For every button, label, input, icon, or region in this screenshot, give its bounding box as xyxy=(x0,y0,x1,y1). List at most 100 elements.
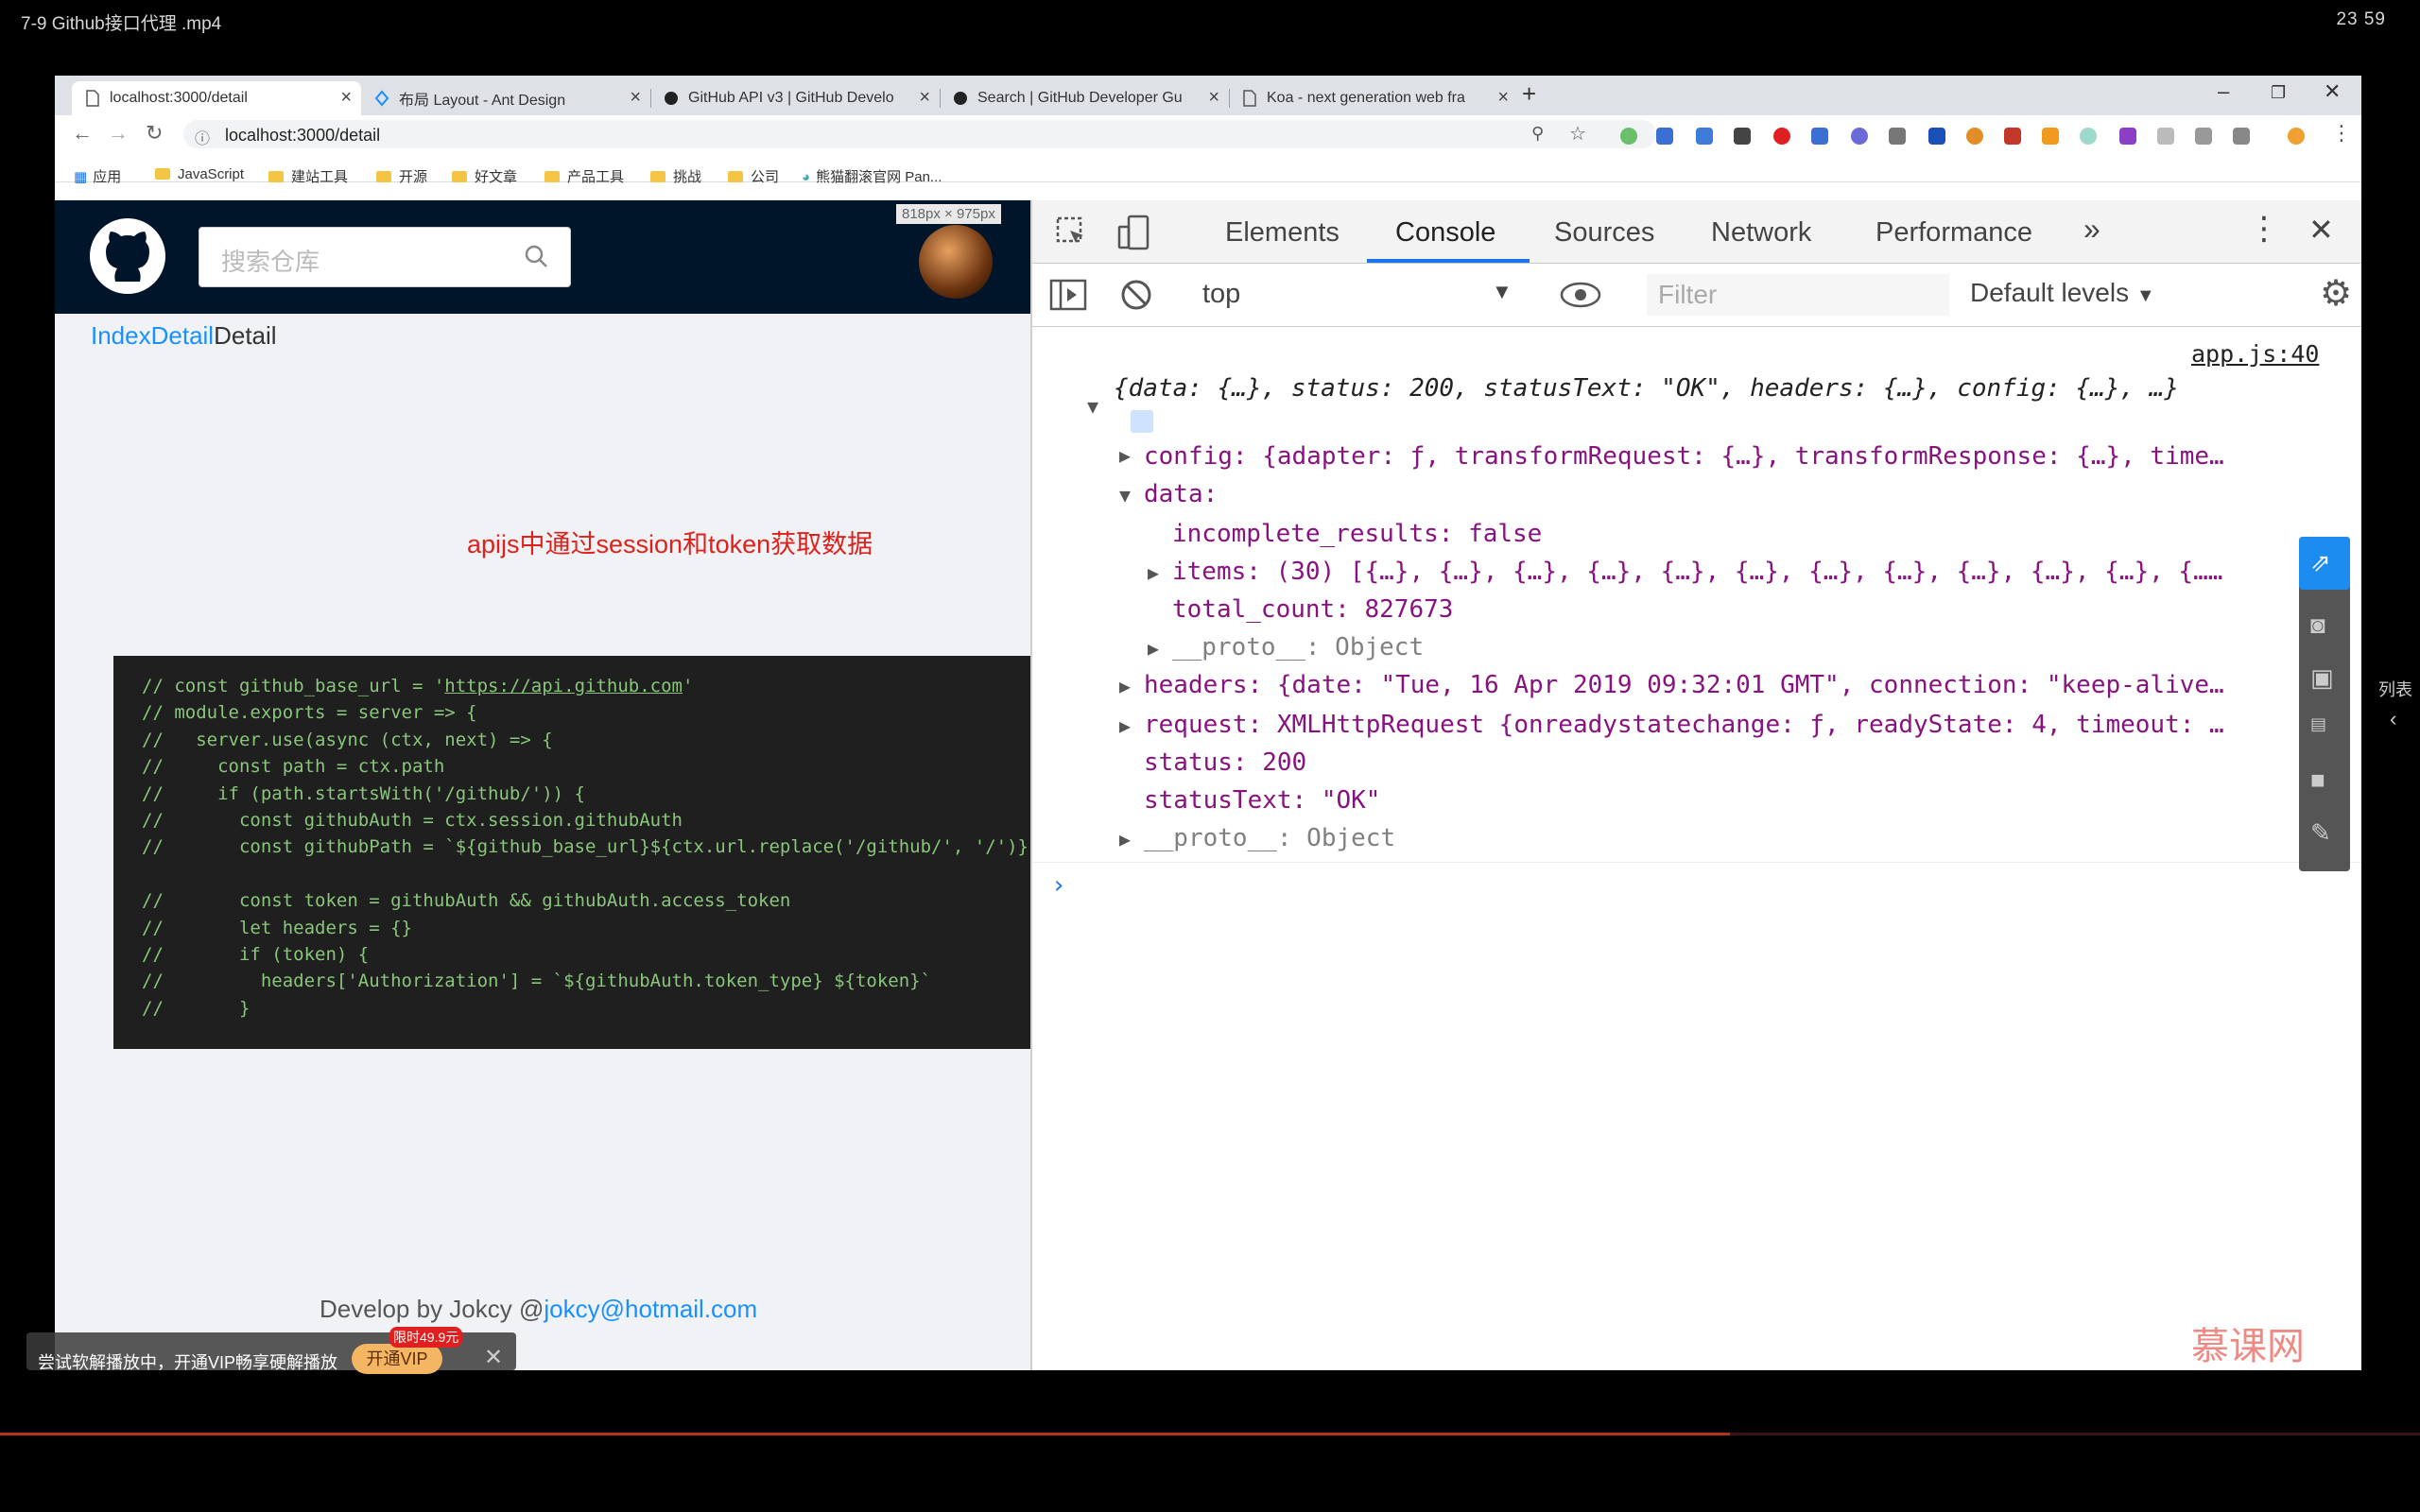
bookmark-open-source[interactable]: 开源 xyxy=(376,166,427,186)
device-toolbar-icon[interactable] xyxy=(1117,214,1151,251)
clear-console-icon[interactable] xyxy=(1119,278,1153,312)
extension-icon[interactable] xyxy=(2080,128,2097,145)
bookmark-star-icon[interactable]: ☆ xyxy=(1569,122,1586,146)
breadcrumb-link[interactable]: IndexDetail xyxy=(91,321,214,350)
extension-icon[interactable] xyxy=(2233,128,2250,145)
bookmark-company[interactable]: 公司 xyxy=(728,166,779,186)
tab-performance[interactable]: Performance xyxy=(1876,217,2032,249)
tab-console[interactable]: Console xyxy=(1395,217,1495,249)
extension-icon[interactable] xyxy=(2157,128,2174,145)
minimize-button[interactable]: – xyxy=(2218,79,2229,104)
extension-icon[interactable] xyxy=(2195,128,2212,145)
extension-icon[interactable] xyxy=(1851,128,1868,145)
headers-property[interactable]: headers: {date: "Tue, 16 Apr 2019 09:32:… xyxy=(1144,671,2224,699)
tab-ant-design[interactable]: 布局 Layout - Ant Design × xyxy=(361,81,650,115)
tab-elements[interactable]: Elements xyxy=(1225,217,1340,249)
search-icon[interactable] xyxy=(524,244,548,268)
tab-network[interactable]: Network xyxy=(1711,217,1811,249)
extension-icon[interactable] xyxy=(2288,128,2305,145)
gallery-icon[interactable]: ▣ xyxy=(2310,663,2334,693)
settings-gear-icon[interactable]: ⚙ xyxy=(2320,272,2352,315)
expand-triangle-icon[interactable]: ▶ xyxy=(1148,637,1159,660)
extension-icon[interactable] xyxy=(1734,128,1751,145)
show-sidebar-icon[interactable] xyxy=(1049,279,1087,311)
close-tab-icon[interactable]: × xyxy=(1208,87,1219,109)
pen-icon[interactable]: ✎ xyxy=(2310,818,2331,848)
forward-arrow-icon[interactable]: → xyxy=(108,121,129,146)
expand-triangle-icon[interactable]: ▼ xyxy=(1087,395,1098,418)
extension-icon[interactable] xyxy=(2119,128,2136,145)
extension-icon[interactable] xyxy=(1656,128,1673,145)
console-prompt-icon[interactable]: › xyxy=(1051,871,1066,900)
reload-icon[interactable]: ↻ xyxy=(146,121,163,146)
tab-sources[interactable]: Sources xyxy=(1554,217,1654,249)
source-link[interactable]: app.js:40 xyxy=(2191,340,2319,368)
browser-menu-icon[interactable]: ⋮ xyxy=(2331,121,2352,146)
avatar[interactable] xyxy=(919,225,993,299)
back-arrow-icon[interactable]: ← xyxy=(72,121,93,146)
extension-icon[interactable] xyxy=(2004,128,2021,145)
context-selector[interactable]: top xyxy=(1202,279,1240,310)
log-levels-dropdown[interactable]: Default levels ▼ xyxy=(1970,278,2155,308)
extension-icon[interactable] xyxy=(1773,128,1790,145)
proto-property[interactable]: __proto__: Object xyxy=(1172,633,1424,662)
more-tabs-icon[interactable]: » xyxy=(2083,212,2100,247)
window-close-button[interactable]: ✕ xyxy=(2324,79,2341,104)
playlist-label[interactable]: 列表 xyxy=(2378,677,2412,701)
close-tab-icon[interactable]: × xyxy=(1497,87,1509,109)
zoom-icon[interactable]: ⚲ xyxy=(1531,124,1544,144)
tab-localhost-detail[interactable]: localhost:3000/detail × xyxy=(72,81,361,115)
github-logo-icon[interactable] xyxy=(87,215,168,297)
extension-icon[interactable] xyxy=(1620,128,1637,145)
context-dropdown-icon[interactable]: ▼ xyxy=(1492,280,1512,304)
gif-icon[interactable]: ▤ xyxy=(2310,714,2326,734)
items-property[interactable]: items: (30) [{…}, {…}, {…}, {…}, {…}, {…… xyxy=(1172,558,2222,586)
chevron-left-icon[interactable]: ‹ xyxy=(2390,707,2396,731)
close-tab-icon[interactable]: × xyxy=(340,87,352,109)
close-tab-icon[interactable]: × xyxy=(630,87,641,109)
expand-triangle-icon[interactable]: ▶ xyxy=(1119,444,1131,467)
bookmark-product-tools[interactable]: 产品工具 xyxy=(544,166,624,186)
bookmark-site-tools[interactable]: 建站工具 xyxy=(268,166,348,186)
devtools-menu-icon[interactable]: ⋮ xyxy=(2248,210,2280,248)
eye-icon[interactable] xyxy=(1560,282,1601,308)
camera-icon[interactable]: ◙ xyxy=(2310,610,2325,640)
expand-triangle-icon[interactable]: ▶ xyxy=(1119,828,1131,850)
tab-github-search[interactable]: Search | GitHub Developer Gu × xyxy=(940,81,1229,115)
data-property[interactable]: data: xyxy=(1144,480,1218,508)
extension-icon[interactable] xyxy=(1889,128,1906,145)
extension-icon[interactable] xyxy=(1928,128,1945,145)
extension-icon[interactable] xyxy=(1696,128,1713,145)
tab-koa[interactable]: Koa - next generation web fra × xyxy=(1229,81,1518,115)
bookmark-articles[interactable]: 好文章 xyxy=(452,166,517,186)
bookmark-panda[interactable]: ◕ 熊猫翻滚官网 Pan... xyxy=(802,166,942,186)
footer-email-link[interactable]: jokcy@hotmail.com xyxy=(544,1295,757,1323)
restore-button[interactable]: ❐ xyxy=(2271,83,2286,103)
tab-github-api[interactable]: GitHub API v3 | GitHub Develo × xyxy=(650,81,940,115)
expand-triangle-icon[interactable]: ▶ xyxy=(1119,675,1131,697)
vip-close-icon[interactable]: ✕ xyxy=(484,1344,503,1371)
rss-icon[interactable] xyxy=(2042,128,2059,145)
bookmark-challenge[interactable]: 挑战 xyxy=(650,166,701,186)
config-property[interactable]: config: {adapter: ƒ, transformRequest: {… xyxy=(1144,442,2224,471)
extension-icon[interactable] xyxy=(1811,128,1828,145)
expand-triangle-icon[interactable]: ▶ xyxy=(1148,561,1159,584)
new-tab-button[interactable]: + xyxy=(1522,79,1536,109)
inspect-element-icon[interactable] xyxy=(1055,215,1089,249)
proto-property[interactable]: __proto__: Object xyxy=(1144,824,1395,852)
bookmark-apps[interactable]: ▦ 应用 xyxy=(74,166,121,186)
request-property[interactable]: request: XMLHttpRequest {onreadystatecha… xyxy=(1144,711,2224,739)
devtools-close-icon[interactable]: ✕ xyxy=(2308,212,2334,248)
info-badge-icon[interactable] xyxy=(1131,410,1153,433)
close-tab-icon[interactable]: × xyxy=(919,87,930,109)
expand-triangle-icon[interactable]: ▼ xyxy=(1119,484,1131,507)
extension-icon[interactable] xyxy=(1966,128,1983,145)
vip-button[interactable]: 开通VIP xyxy=(352,1344,442,1374)
video-record-icon[interactable]: ■ xyxy=(2310,765,2325,795)
info-icon[interactable]: ⓘ xyxy=(195,126,210,148)
console-log-summary[interactable]: {data: {…}, status: 200, statusText: "OK… xyxy=(1114,374,2179,403)
expand-triangle-icon[interactable]: ▶ xyxy=(1119,714,1131,737)
bookmark-javascript[interactable]: JavaScript xyxy=(155,166,244,182)
address-bar[interactable] xyxy=(183,120,1656,148)
viewport-size-tooltip: 818px × 975px xyxy=(896,204,1001,224)
